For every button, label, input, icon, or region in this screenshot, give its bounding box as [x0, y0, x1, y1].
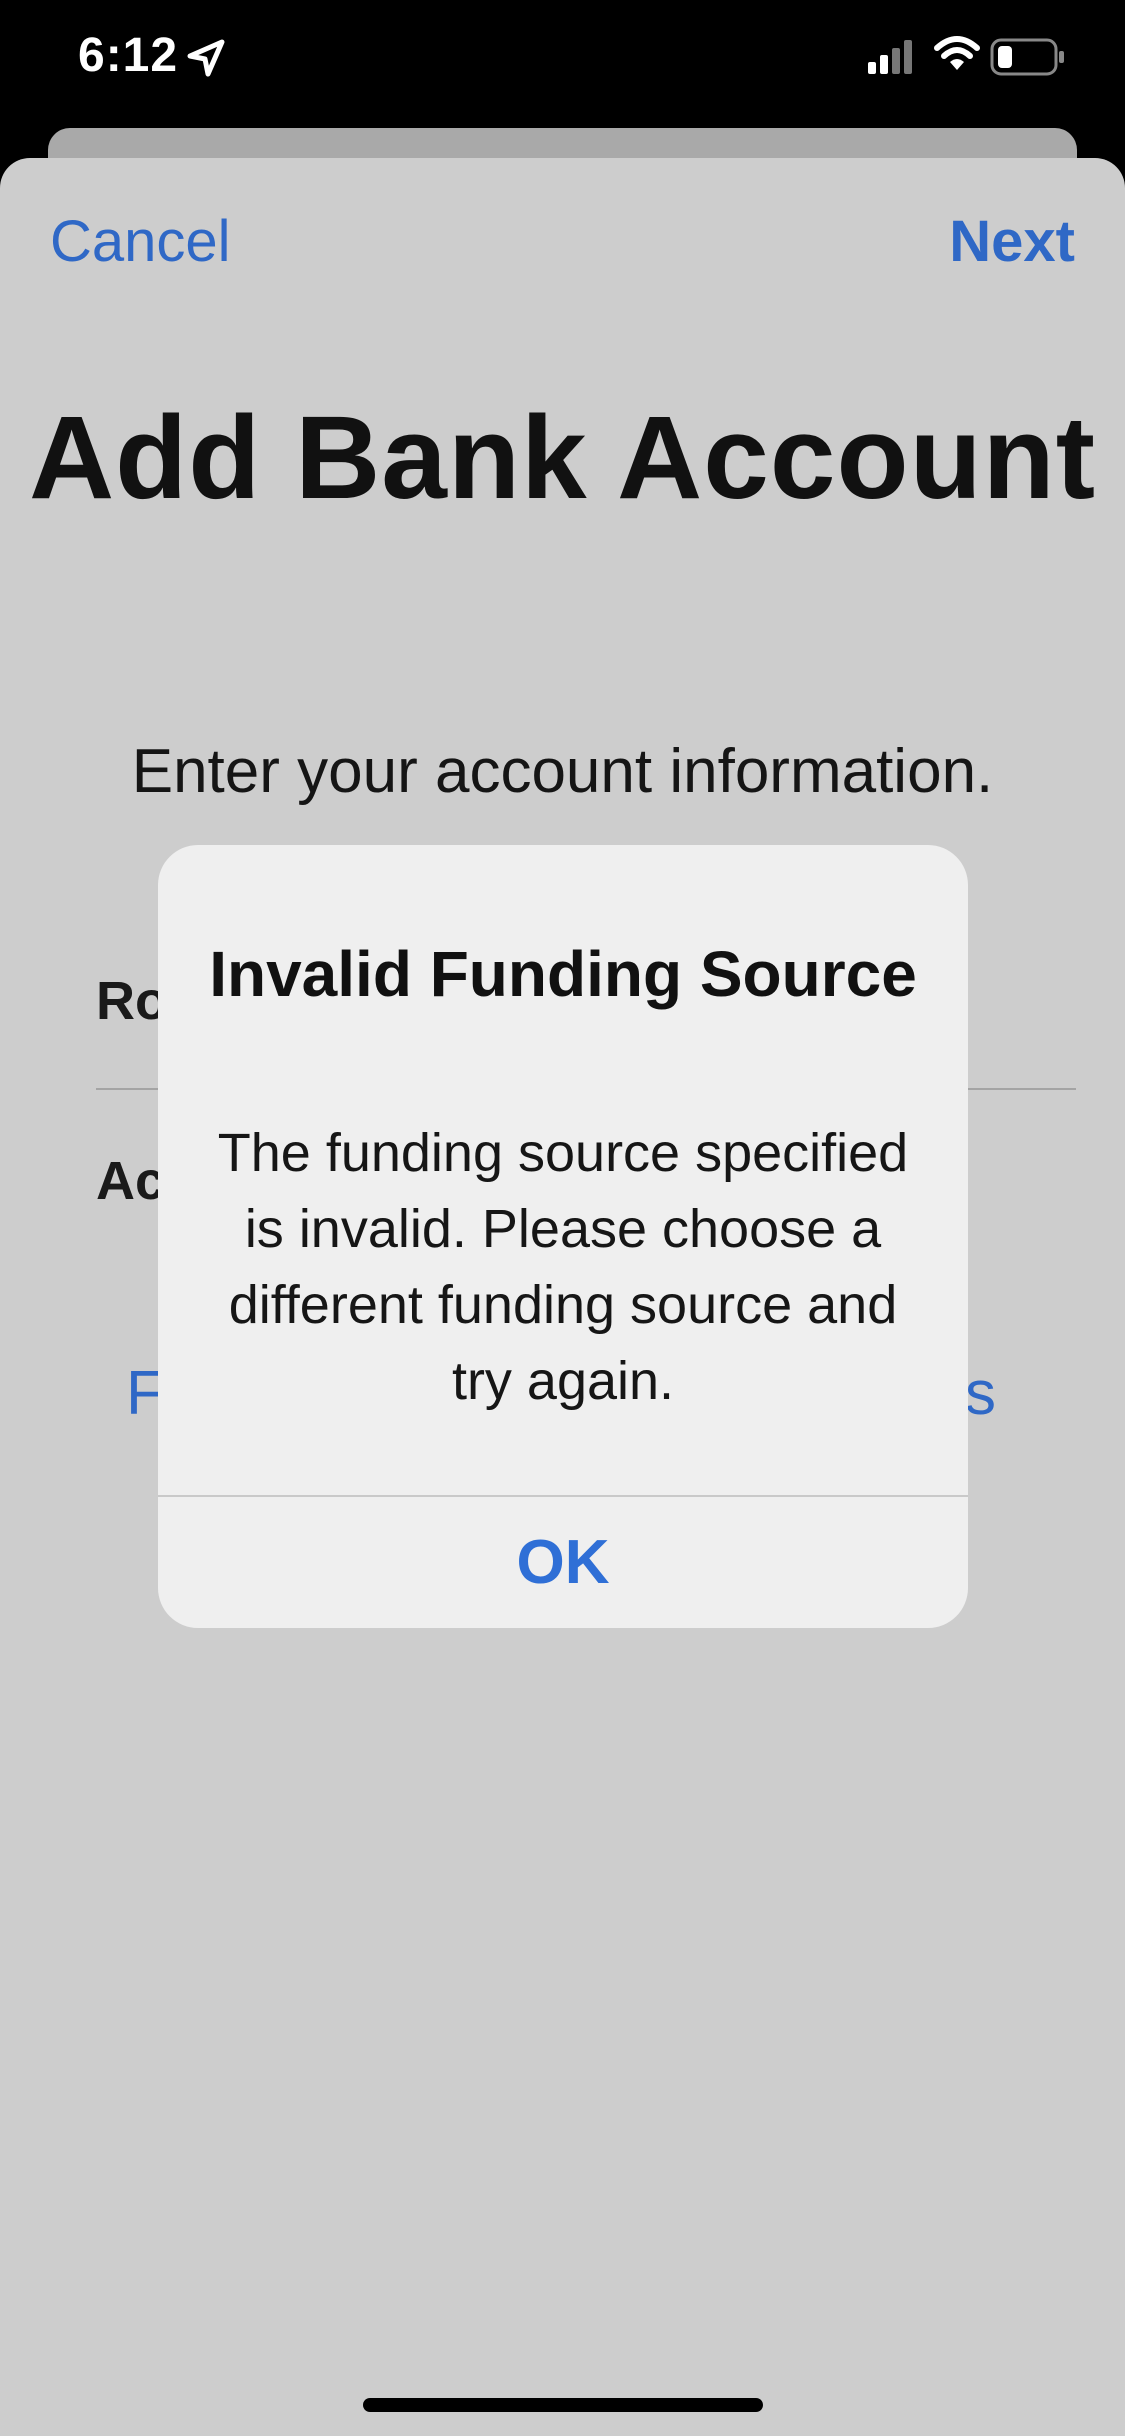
home-indicator[interactable]	[363, 2398, 763, 2412]
ok-button[interactable]: OK	[158, 1497, 968, 1628]
alert-title: Invalid Funding Source	[209, 938, 917, 1010]
alert-dialog: Invalid Funding Source The funding sourc…	[158, 845, 968, 1628]
alert-message: The funding source specified is invalid.…	[217, 1123, 909, 1411]
